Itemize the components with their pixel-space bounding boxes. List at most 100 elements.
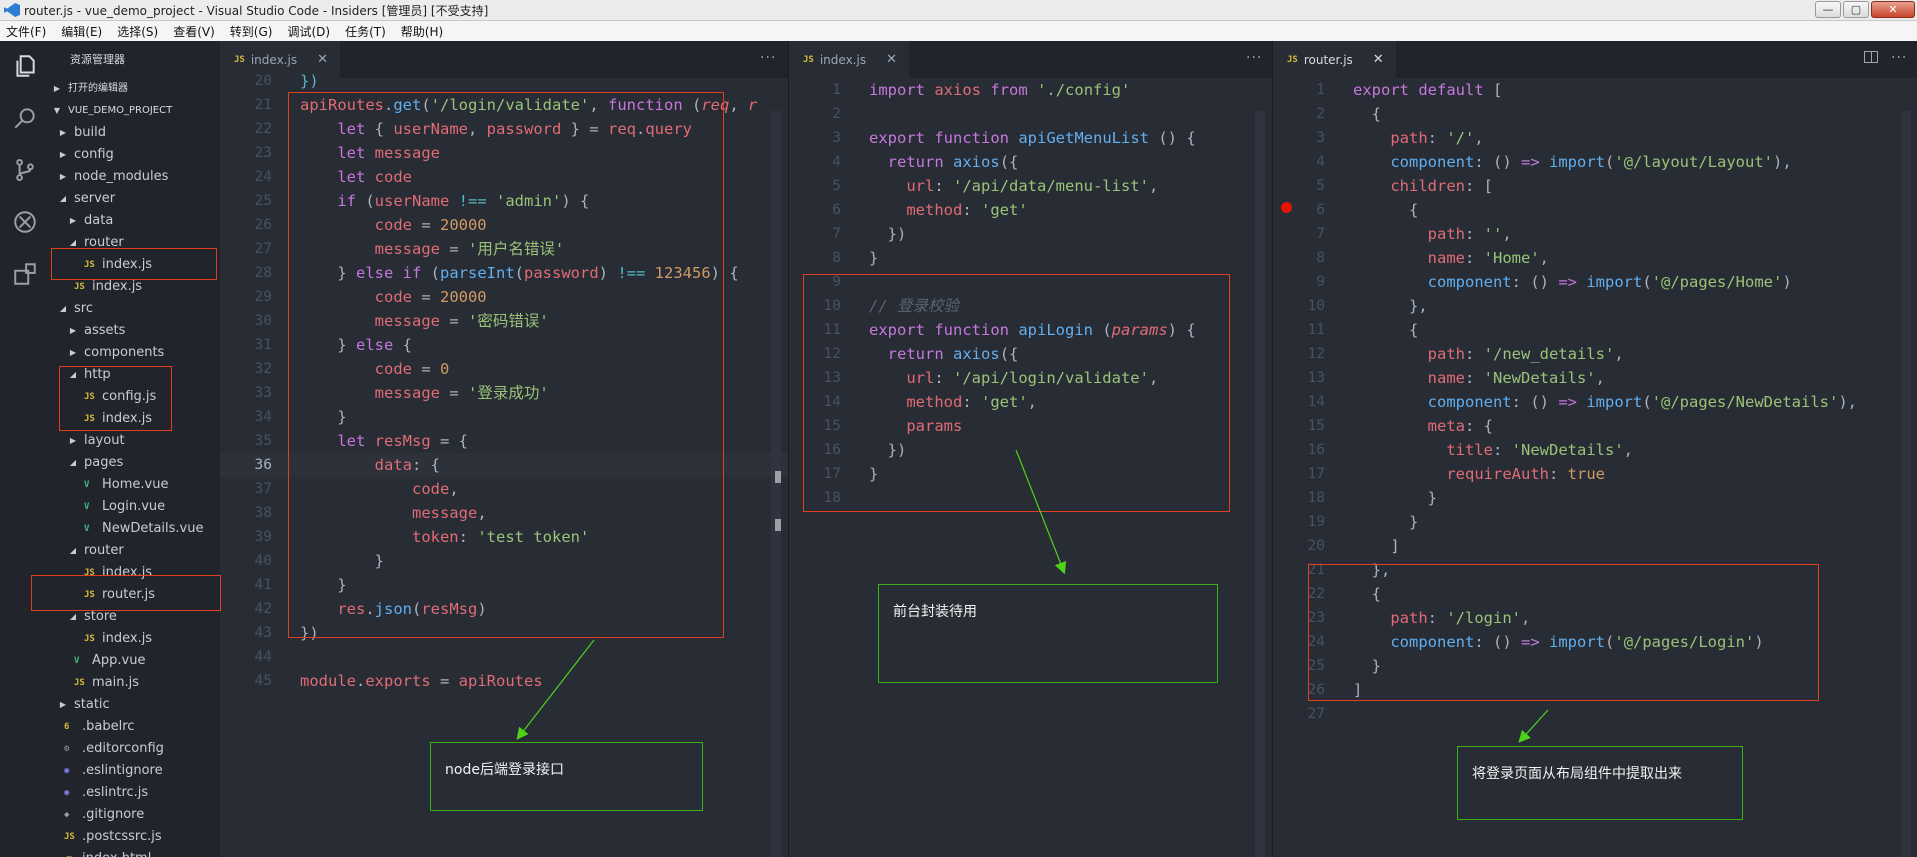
- scrollbar[interactable]: [1901, 111, 1911, 857]
- line-number: 38: [254, 505, 272, 521]
- code-token: ,: [1474, 129, 1484, 147]
- minimize-button[interactable]: —: [1815, 1, 1841, 18]
- menu-edit[interactable]: 编辑(E): [61, 23, 102, 40]
- folder-label: layout: [84, 433, 125, 448]
- code-token: path: [1427, 225, 1465, 243]
- code-token: =: [439, 384, 468, 402]
- code-token: (: [356, 192, 375, 210]
- file-item[interactable]: JS config.js: [50, 386, 220, 408]
- close-window-button[interactable]: ✕: [1871, 1, 1915, 18]
- menu-view[interactable]: 查看(V): [173, 23, 215, 40]
- menu-file[interactable]: 文件(F): [6, 23, 46, 40]
- file-item[interactable]: <> index.html: [50, 848, 220, 857]
- file-item[interactable]: JS index.js: [50, 408, 220, 430]
- maximize-button[interactable]: ▢: [1843, 1, 1869, 18]
- close-icon[interactable]: ✕: [317, 52, 328, 67]
- folder-item[interactable]: ◢ router: [50, 232, 220, 254]
- code-text: {: [1353, 318, 1418, 342]
- split-editor-icon[interactable]: [1864, 51, 1878, 63]
- menu-debug[interactable]: 调试(D): [287, 23, 330, 40]
- code-token: :: [1493, 441, 1512, 459]
- line-number: 12: [823, 346, 841, 362]
- folder-item[interactable]: ◢ store: [50, 606, 220, 628]
- file-item[interactable]: ⚙ .editorconfig: [50, 738, 220, 760]
- file-label: App.vue: [92, 653, 146, 668]
- extensions-icon[interactable]: [10, 259, 40, 289]
- code-token: : [: [1464, 177, 1493, 195]
- folder-item[interactable]: ◢ server: [50, 188, 220, 210]
- folder-item[interactable]: ▶ static: [50, 694, 220, 716]
- more-actions-icon[interactable]: ···: [1246, 50, 1262, 66]
- file-item[interactable]: ◉ .eslintignore: [50, 760, 220, 782]
- search-icon[interactable]: [10, 103, 40, 133]
- tab-router-js[interactable]: JS router.js ✕: [1273, 41, 1396, 78]
- code-token: '登录成功': [467, 384, 549, 402]
- file-item[interactable]: V App.vue: [50, 650, 220, 672]
- code-token: '用户名错误': [467, 240, 565, 258]
- code-token: exports: [365, 672, 431, 690]
- code-token: let: [337, 168, 366, 186]
- folder-item[interactable]: ◢ pages: [50, 452, 220, 474]
- folder-item[interactable]: ▶ data: [50, 210, 220, 232]
- file-item[interactable]: V NewDetails.vue: [50, 518, 220, 540]
- folder-item[interactable]: ▶ assets: [50, 320, 220, 342]
- folder-item[interactable]: ▶ node_modules: [50, 166, 220, 188]
- menu-selection[interactable]: 选择(S): [117, 23, 158, 40]
- line-number: 3: [832, 130, 841, 146]
- code-token: resMsg: [374, 432, 431, 450]
- line-number: 9: [832, 274, 841, 290]
- file-item[interactable]: JS index.js: [50, 276, 220, 298]
- close-icon[interactable]: ✕: [886, 52, 897, 67]
- file-item[interactable]: JS index.js: [50, 254, 220, 276]
- folder-item[interactable]: ◢ http: [50, 364, 220, 386]
- close-icon[interactable]: ✕: [1373, 52, 1384, 67]
- code-editor-2[interactable]: 1 import axios from './config' 2 3 export fu…: [789, 78, 1272, 857]
- scrollbar[interactable]: [771, 111, 781, 857]
- file-item[interactable]: 6 .babelrc: [50, 716, 220, 738]
- tab-http-index-js[interactable]: JS index.js ✕: [789, 41, 909, 78]
- section-open-editors[interactable]: ▶ 打开的编辑器: [50, 78, 220, 100]
- file-item[interactable]: JS main.js: [50, 672, 220, 694]
- file-item[interactable]: ◉ .eslintrc.js: [50, 782, 220, 804]
- file-item[interactable]: V Login.vue: [50, 496, 220, 518]
- source-control-icon[interactable]: [10, 155, 40, 185]
- file-item[interactable]: JS .postcssrc.js: [50, 826, 220, 848]
- annotation-extract-login: 将登录页面从布局组件中提取出来: [1457, 746, 1743, 820]
- file-item[interactable]: V Home.vue: [50, 474, 220, 496]
- menu-help[interactable]: 帮助(H): [401, 23, 443, 40]
- line-number: 36: [254, 457, 272, 473]
- code-editor-3[interactable]: 1 export default [2 {3 path: '/', 4 compon…: [1273, 78, 1917, 857]
- section-project[interactable]: ▼ VUE_DEMO_PROJECT: [50, 100, 220, 122]
- folder-item[interactable]: ▶ layout: [50, 430, 220, 452]
- files-icon[interactable]: [10, 51, 40, 81]
- breakpoint-icon[interactable]: [1281, 202, 1292, 213]
- file-item[interactable]: JS router.js: [50, 584, 220, 606]
- scrollbar[interactable]: [1255, 111, 1265, 857]
- folder-item[interactable]: ◢ src: [50, 298, 220, 320]
- folder-item[interactable]: ◢ router: [50, 540, 220, 562]
- file-item[interactable]: JS index.js: [50, 562, 220, 584]
- code-token: // 登录校验: [869, 297, 959, 315]
- code-token: '/login': [1446, 609, 1521, 627]
- code-text: } else if (parseInt(password) !== 123456…: [300, 261, 738, 285]
- menu-goto[interactable]: 转到(G): [230, 23, 273, 40]
- debug-icon[interactable]: [10, 207, 40, 237]
- more-actions-icon[interactable]: ···: [1891, 50, 1907, 66]
- folder-item[interactable]: ▶ components: [50, 342, 220, 364]
- line-number: 33: [254, 385, 272, 401]
- code-editor-1[interactable]: 20}) 21 apiRoutes.get('/login/validate', f…: [220, 72, 788, 857]
- code-token: ),: [1773, 153, 1792, 171]
- code-token: ,: [1027, 393, 1038, 411]
- file-item[interactable]: JS index.js: [50, 628, 220, 650]
- code-token: method: [906, 201, 963, 219]
- folder-item[interactable]: ▶ config: [50, 144, 220, 166]
- more-actions-icon[interactable]: ···: [760, 50, 776, 66]
- menu-tasks[interactable]: 任务(T): [345, 23, 386, 40]
- code-token: module: [300, 672, 356, 690]
- file-item[interactable]: ◆ .gitignore: [50, 804, 220, 826]
- folder-item[interactable]: ▶ build: [50, 122, 220, 144]
